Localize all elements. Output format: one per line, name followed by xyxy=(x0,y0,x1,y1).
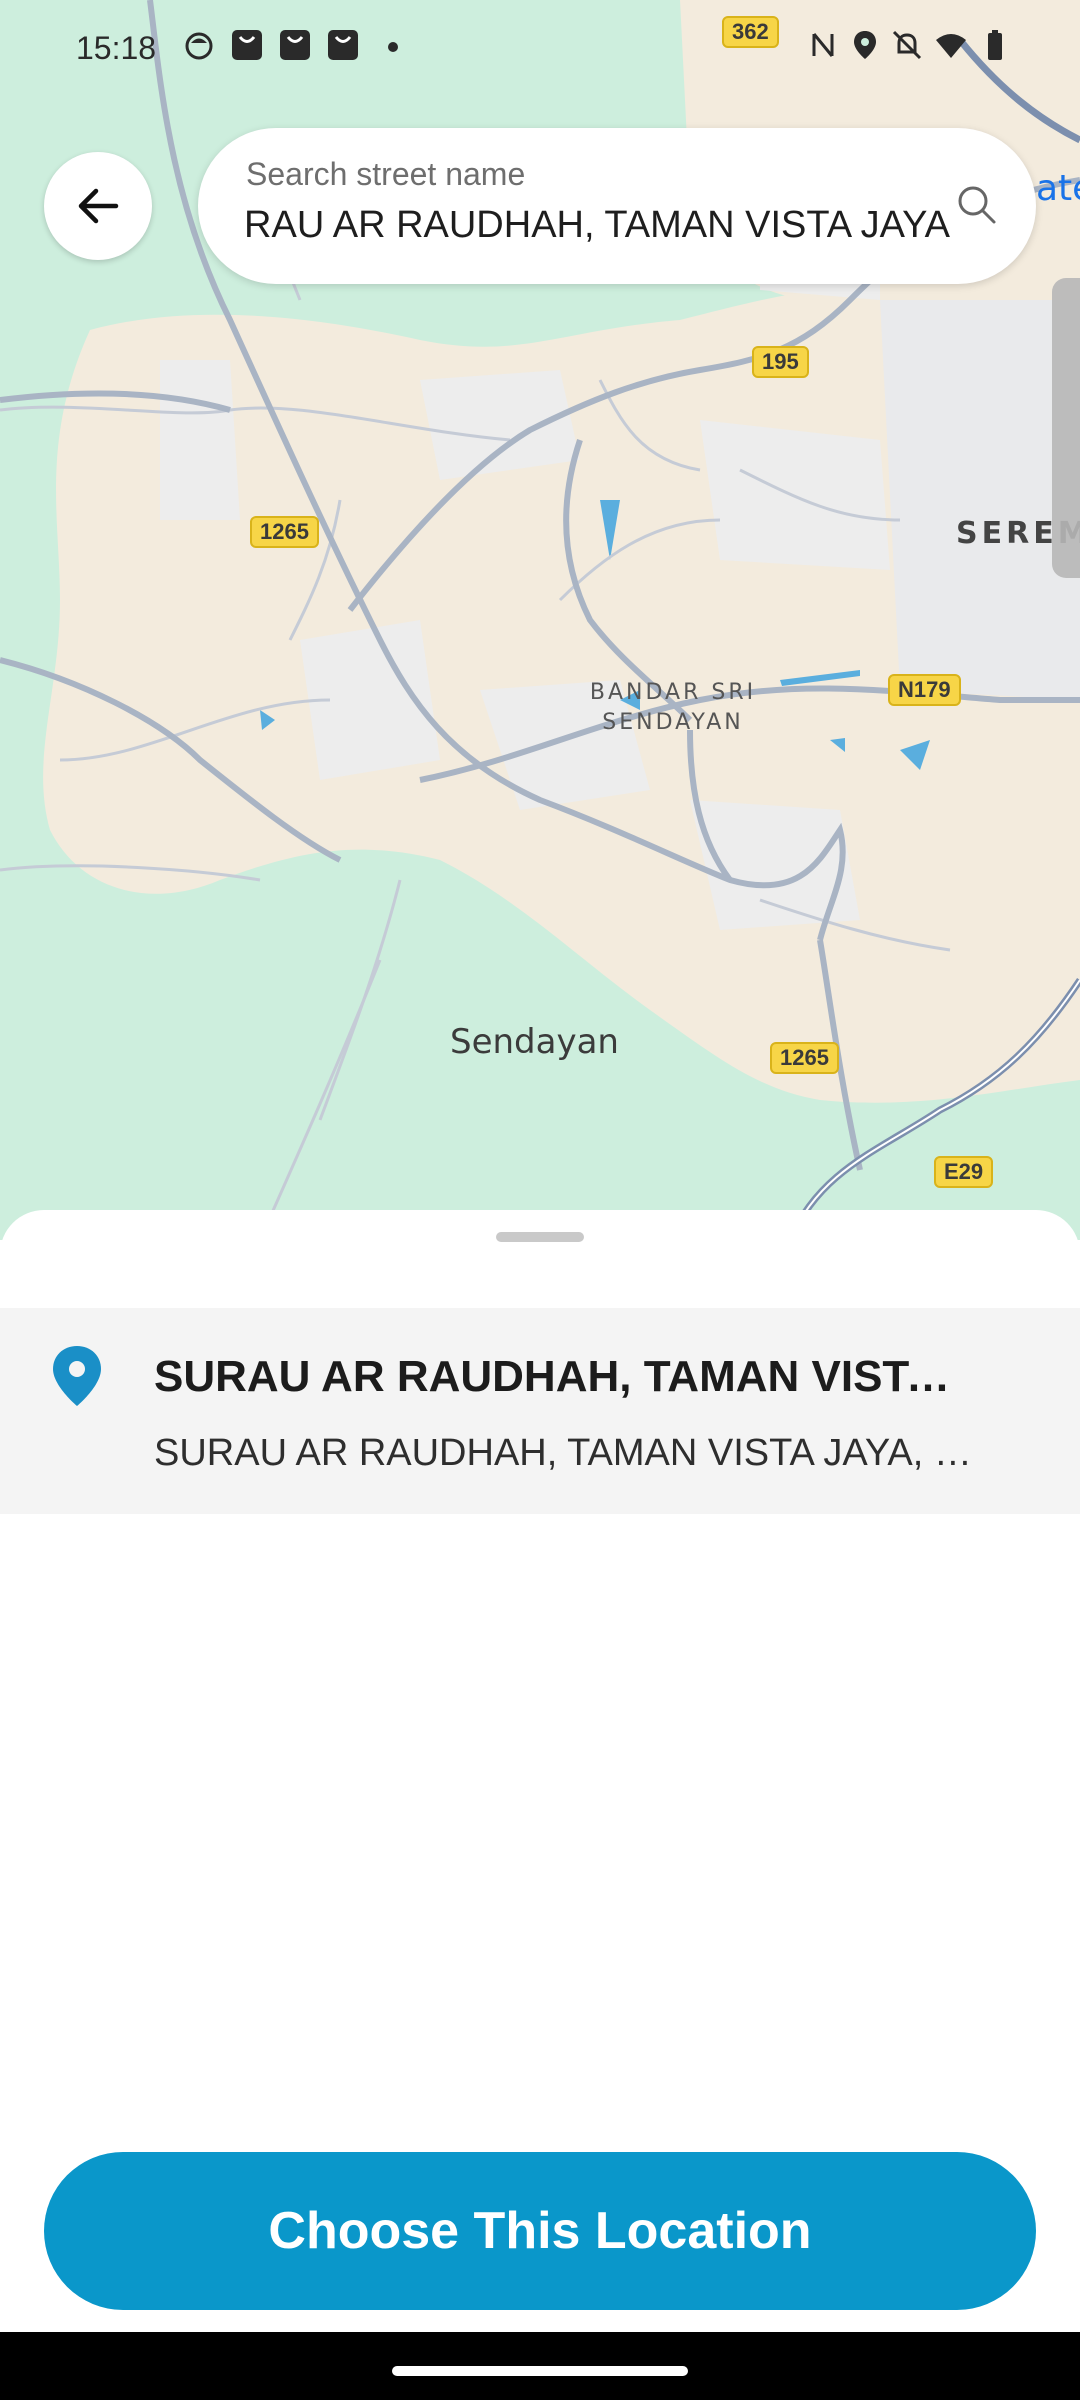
road-shield-1265-south: 1265 xyxy=(770,1042,839,1074)
search-result-item[interactable]: SURAU AR RAUDHAH, TAMAN VISTA J… SURAU A… xyxy=(0,1308,1080,1514)
back-button[interactable] xyxy=(44,152,152,260)
status-bar: 15:18 xyxy=(0,0,1080,90)
search-placeholder: Search street name xyxy=(246,156,526,192)
shopping-bag-icon xyxy=(232,30,262,60)
result-title: SURAU AR RAUDHAH, TAMAN VISTA J… xyxy=(154,1352,970,1401)
shopping-bag-icon xyxy=(328,30,358,60)
road-shield-195: 195 xyxy=(752,346,809,378)
road-shield-1265: 1265 xyxy=(250,516,319,548)
map-label-line2: SENDAYAN xyxy=(602,710,744,735)
home-gesture-bar[interactable] xyxy=(392,2366,688,2376)
shopping-bag-icon xyxy=(280,30,310,60)
search-input-text: SURAU AR RAUDHAH, TAMAN VISTA JAYA xyxy=(244,204,950,246)
map-side-handle[interactable] xyxy=(1052,278,1080,578)
search-input[interactable]: SURAU AR RAUDHAH, TAMAN VISTA JAYA xyxy=(244,204,950,247)
road-shield-e29: E29 xyxy=(934,1156,994,1188)
location-icon xyxy=(854,31,876,59)
status-time: 15:18 xyxy=(76,30,157,66)
location-pin-icon xyxy=(53,1346,101,1406)
map-label-partial: ate xyxy=(1036,168,1080,209)
more-notifications-dot xyxy=(388,42,398,52)
choose-location-button[interactable]: Choose This Location xyxy=(44,2152,1036,2310)
map-label-sendayan: Sendayan xyxy=(450,1022,619,1062)
wifi-icon xyxy=(936,34,966,58)
app-notification-icon xyxy=(185,32,213,60)
arrow-left-icon xyxy=(78,188,119,224)
system-nav-bar xyxy=(0,2332,1080,2400)
battery-icon xyxy=(988,30,1002,60)
result-address: SURAU AR RAUDHAH, TAMAN VISTA JAYA, Por.… xyxy=(154,1432,990,1474)
search-icon[interactable] xyxy=(954,182,998,226)
bell-off-icon xyxy=(892,30,922,60)
search-field[interactable]: Search street name SURAU AR RAUDHAH, TAM… xyxy=(198,128,1036,284)
road-shield-n179: N179 xyxy=(888,674,961,706)
map-label-bandar-sri-sendayan: BANDAR SRI SENDAYAN xyxy=(588,678,758,738)
sheet-drag-handle[interactable] xyxy=(496,1232,584,1242)
nfc-icon xyxy=(812,33,834,57)
map-label-line1: BANDAR SRI xyxy=(589,680,757,705)
